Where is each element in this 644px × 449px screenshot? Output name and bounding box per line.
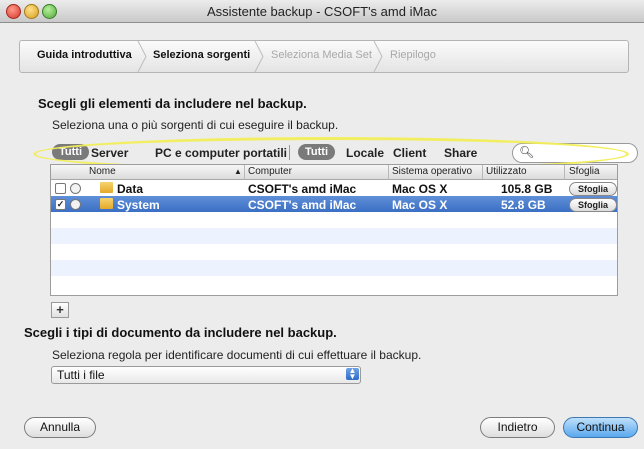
column-sfoglia[interactable]: Sfoglia xyxy=(569,166,600,177)
column-divider xyxy=(244,165,245,179)
filter-tutti-location[interactable]: Tutti xyxy=(298,144,336,160)
sources-instruction: Seleziona una o più sorgenti di cui eseg… xyxy=(52,118,339,132)
sources-table: Nome ▲ Computer Sistema operativo Utiliz… xyxy=(50,164,618,296)
file-rule-select[interactable]: Tutti i file ▲ ▼ xyxy=(51,366,361,384)
add-source-button[interactable]: + xyxy=(51,302,69,318)
continue-button[interactable]: Continua xyxy=(563,417,638,438)
step-riepilogo: Riepilogo xyxy=(390,49,436,61)
doctypes-instruction: Seleziona regola per identificare docume… xyxy=(52,348,422,362)
row-os: Mac OS X xyxy=(392,182,448,196)
step-seleziona-media-set: Seleziona Media Set xyxy=(271,49,372,61)
folder-icon xyxy=(100,198,113,209)
sort-ascending-icon: ▲ xyxy=(234,167,242,176)
row-computer: CSOFT's amd iMac xyxy=(248,182,357,196)
doctypes-heading: Scegli i tipi di documento da includere … xyxy=(24,325,337,340)
sources-heading: Scegli gli elementi da includere nel bac… xyxy=(38,96,307,111)
row-checkbox[interactable]: ✓ xyxy=(55,199,66,210)
row-os: Mac OS X xyxy=(392,198,448,212)
column-divider xyxy=(482,165,483,179)
filter-pc-portatili[interactable]: PC e computer portatili xyxy=(155,146,287,160)
step-separator-icon xyxy=(254,41,264,72)
stepper-arrows-icon: ▲ ▼ xyxy=(346,367,359,381)
row-radio[interactable] xyxy=(70,183,81,194)
filter-share[interactable]: Share xyxy=(444,146,477,160)
column-computer[interactable]: Computer xyxy=(248,166,292,177)
column-divider xyxy=(564,165,565,179)
window-title: Assistente backup - CSOFT's amd iMac xyxy=(206,4,438,19)
source-filter-bar: Tutti Server PC e computer portatili Tut… xyxy=(36,143,638,163)
filter-tutti-type[interactable]: Tutti xyxy=(52,144,90,160)
row-name: Data xyxy=(117,182,144,196)
empty-row-stripe xyxy=(51,260,617,276)
row-used: 52.8 GB xyxy=(501,198,546,212)
empty-row-stripe xyxy=(51,228,617,244)
browse-button[interactable]: Sfoglia xyxy=(569,198,617,212)
filter-client[interactable]: Client xyxy=(393,146,426,160)
title-bar: Assistente backup - CSOFT's amd iMac xyxy=(0,0,644,23)
row-used: 105.8 GB xyxy=(501,182,553,196)
back-button[interactable]: Indietro xyxy=(480,417,555,438)
search-icon: 🔍︎ xyxy=(519,145,535,159)
column-sistema-operativo[interactable]: Sistema operativo xyxy=(392,166,472,177)
row-checkbox[interactable] xyxy=(55,183,66,194)
search-input[interactable]: 🔍︎ xyxy=(512,143,638,163)
file-rule-value: Tutti i file xyxy=(57,368,105,382)
filter-server[interactable]: Server xyxy=(91,146,128,160)
table-row[interactable]: Data CSOFT's amd iMac Mac OS X 105.8 GB … xyxy=(51,180,617,196)
table-row[interactable]: ✓ System CSOFT's amd iMac Mac OS X 52.8 … xyxy=(51,196,617,212)
filter-locale[interactable]: Locale xyxy=(346,146,384,160)
assistant-body: Guida introduttiva Seleziona sorgenti Se… xyxy=(0,23,644,449)
step-breadcrumb: Guida introduttiva Seleziona sorgenti Se… xyxy=(19,40,629,73)
step-guida-introduttiva[interactable]: Guida introduttiva xyxy=(37,49,132,61)
column-nome[interactable]: Nome xyxy=(89,166,116,177)
column-divider xyxy=(388,165,389,179)
filter-divider xyxy=(289,145,290,160)
step-separator-icon xyxy=(373,41,383,72)
row-computer: CSOFT's amd iMac xyxy=(248,198,357,212)
cancel-button[interactable]: Annulla xyxy=(24,417,96,438)
step-seleziona-sorgenti[interactable]: Seleziona sorgenti xyxy=(153,49,250,61)
row-name: System xyxy=(117,198,160,212)
column-utilizzato[interactable]: Utilizzato xyxy=(486,166,527,177)
row-radio[interactable] xyxy=(70,199,81,210)
step-separator-icon xyxy=(137,41,147,72)
table-header: Nome ▲ Computer Sistema operativo Utiliz… xyxy=(51,165,617,180)
folder-icon xyxy=(100,182,113,193)
browse-button[interactable]: Sfoglia xyxy=(569,182,617,196)
